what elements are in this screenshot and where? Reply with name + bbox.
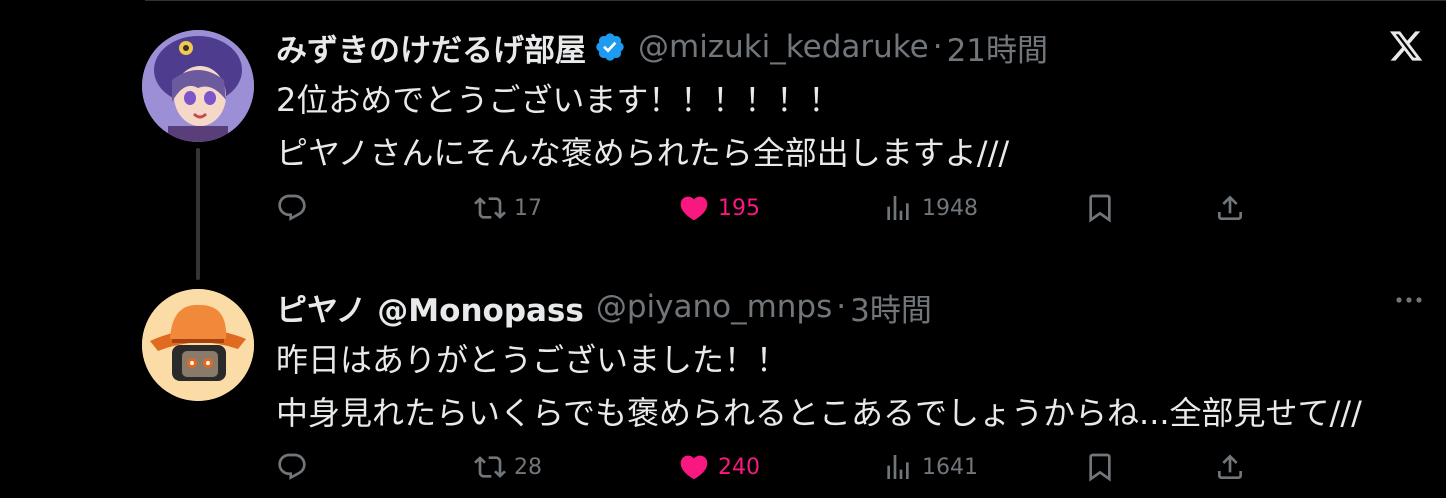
retweet-icon bbox=[474, 456, 506, 478]
more-icon[interactable] bbox=[1392, 290, 1426, 310]
tweet-text-line: 2位おめでとうございます！！！！！！ bbox=[276, 81, 841, 119]
retweet-count: 17 bbox=[514, 195, 542, 221]
views-button[interactable]: 1948 bbox=[882, 188, 978, 228]
avatar[interactable] bbox=[142, 30, 254, 142]
avatar-image bbox=[142, 289, 254, 401]
handle[interactable]: @mizuki_kedaruke bbox=[638, 29, 929, 65]
tweet-text: 2位おめでとうございます！！！！！！ ピヤノさんにそんな褒められたら全部出します… bbox=[276, 74, 1009, 180]
tweet[interactable]: ピヤノ @Monopass @piyano_mnps · 3時間 昨日はありがと… bbox=[0, 272, 1446, 498]
bookmark-button[interactable] bbox=[1084, 447, 1116, 487]
tweet-text-line: ピヤノさんにそんな褒められたら全部出しますよ/// bbox=[276, 134, 1010, 172]
retweet-button[interactable]: 28 bbox=[474, 447, 542, 487]
like-count: 240 bbox=[718, 454, 760, 480]
verified-badge-icon bbox=[594, 31, 626, 63]
separator: · bbox=[932, 29, 943, 65]
reply-icon bbox=[278, 194, 306, 221]
like-count: 195 bbox=[718, 195, 760, 221]
views-count: 1641 bbox=[922, 454, 978, 480]
reply-button[interactable] bbox=[276, 188, 316, 228]
tweet[interactable]: みずきのけだるげ部屋 @mizuki_kedaruke · 21時間 2位おめで… bbox=[0, 0, 1446, 250]
like-button[interactable]: 195 bbox=[678, 188, 760, 228]
timestamp[interactable]: 21時間 bbox=[947, 25, 1048, 70]
bookmark-icon bbox=[1089, 194, 1111, 223]
tweet-header: みずきのけだるげ部屋 @mizuki_kedaruke · 21時間 bbox=[276, 25, 1048, 70]
views-button[interactable]: 1641 bbox=[882, 447, 978, 487]
action-bar: 17 195 1948 bbox=[276, 188, 1256, 228]
share-button[interactable] bbox=[1214, 188, 1246, 228]
bookmark-icon bbox=[1089, 453, 1111, 482]
like-button[interactable]: 240 bbox=[678, 447, 760, 487]
action-bar: 28 240 1641 bbox=[276, 447, 1256, 487]
timestamp[interactable]: 3時間 bbox=[850, 285, 932, 330]
retweet-button[interactable]: 17 bbox=[474, 188, 542, 228]
avatar-image bbox=[142, 30, 254, 142]
tweet-text-line: 昨日はありがとうございました！！ bbox=[276, 341, 789, 379]
tweet-text-line: 中身見れたらいくらでも褒められるとこあるでしょうからね...全部見せて/// bbox=[276, 394, 1362, 432]
x-logo-icon[interactable] bbox=[1388, 28, 1424, 64]
bookmark-button[interactable] bbox=[1084, 188, 1116, 228]
display-name[interactable]: ピヤノ @Monopass bbox=[276, 285, 584, 330]
avatar[interactable] bbox=[142, 289, 254, 401]
reply-button[interactable] bbox=[276, 447, 316, 487]
views-count: 1948 bbox=[922, 195, 978, 221]
share-icon bbox=[1218, 454, 1242, 479]
share-button[interactable] bbox=[1214, 447, 1246, 487]
separator: · bbox=[836, 289, 847, 325]
heart-icon bbox=[680, 455, 708, 480]
heart-icon bbox=[680, 196, 708, 221]
views-icon bbox=[887, 196, 909, 220]
retweet-icon bbox=[474, 197, 506, 219]
tweet-header: ピヤノ @Monopass @piyano_mnps · 3時間 bbox=[276, 285, 932, 330]
retweet-count: 28 bbox=[514, 454, 542, 480]
share-icon bbox=[1218, 195, 1242, 220]
views-icon bbox=[887, 455, 909, 479]
handle[interactable]: @piyano_mnps bbox=[596, 289, 832, 325]
display-name[interactable]: みずきのけだるげ部屋 bbox=[276, 25, 586, 70]
reply-icon bbox=[278, 453, 306, 480]
tweet-text: 昨日はありがとうございました！！ 中身見れたらいくらでも褒められるとこあるでしょ… bbox=[276, 334, 1362, 440]
